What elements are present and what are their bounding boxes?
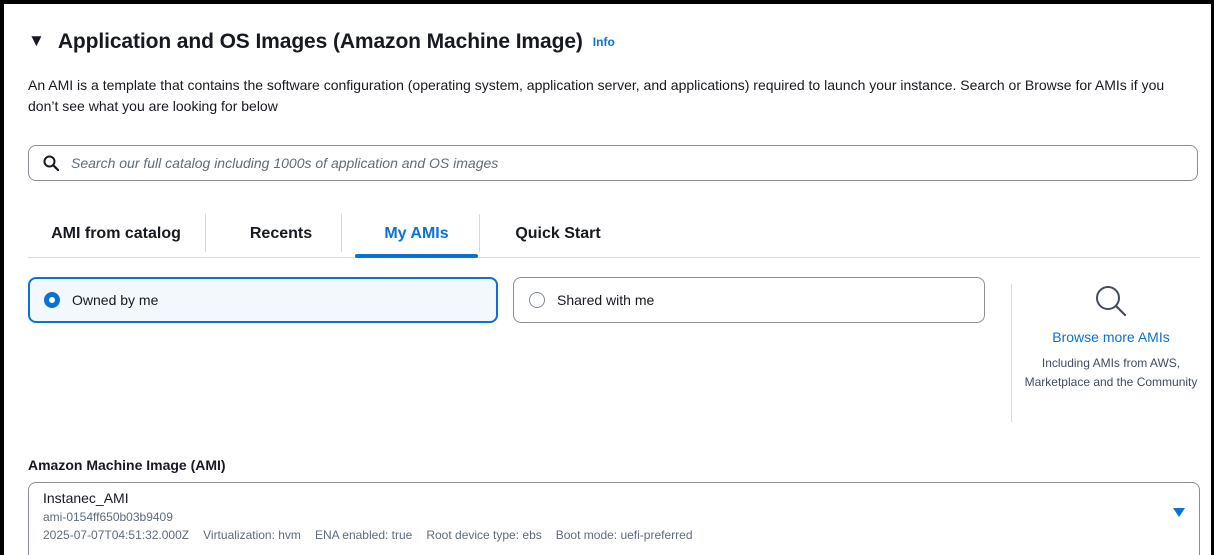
ami-name: Instanec_AMI: [43, 490, 129, 506]
section-description: An AMI is a template that contains the s…: [28, 77, 1165, 114]
ami-created-date: 2025-07-07T04:51:32.000Z: [43, 528, 190, 542]
dropdown-caret-icon[interactable]: [1173, 508, 1185, 517]
tab-separator: [205, 214, 206, 252]
browse-more-amis-panel: Browse more AMIs Including AMIs from AWS…: [1022, 284, 1200, 392]
browse-more-amis-link[interactable]: Browse more AMIs: [1022, 329, 1200, 345]
tab-quick-start[interactable]: Quick Start: [488, 212, 628, 256]
tab-recents[interactable]: Recents: [233, 212, 329, 256]
ami-root-device: Root device type: ebs: [426, 528, 542, 542]
tab-separator: [479, 214, 480, 252]
ami-boot-mode: Boot mode: uefi-preferred: [555, 528, 693, 542]
vertical-divider: [1011, 284, 1012, 422]
expand-caret-icon[interactable]: ▼: [28, 31, 45, 51]
ami-id: ami-0154ff650b03b9409: [43, 510, 173, 524]
ami-metadata: 2025-07-07T04:51:32.000Z Virtualization:…: [43, 526, 1199, 544]
shared-with-me-option[interactable]: Shared with me: [513, 277, 985, 323]
ami-virtualization: Virtualization: hvm: [203, 528, 301, 542]
tab-separator: [341, 214, 342, 252]
section-title: Application and OS Images (Amazon Machin…: [57, 30, 583, 53]
owned-by-me-label: Owned by me: [72, 292, 159, 308]
radio-unselected-icon: [529, 292, 545, 308]
tab-ami-from-catalog[interactable]: AMI from catalog: [28, 212, 204, 256]
ami-tabs: AMI from catalog Recents My AMIs Quick S…: [28, 212, 1200, 258]
ami-select-label: Amazon Machine Image (AMI): [28, 457, 226, 473]
ami-search-box[interactable]: [28, 145, 1198, 181]
shared-with-me-label: Shared with me: [557, 292, 655, 308]
search-input[interactable]: [69, 154, 1173, 172]
ami-select-dropdown[interactable]: Instanec_AMI ami-0154ff650b03b9409 2025-…: [28, 482, 1200, 555]
ami-ena: ENA enabled: true: [314, 528, 413, 542]
owned-by-me-option[interactable]: Owned by me: [28, 277, 498, 323]
radio-selected-icon: [44, 292, 60, 308]
browse-more-amis-subtext: Including AMIs from AWS, Marketplace and…: [1024, 356, 1198, 389]
search-icon: [43, 155, 59, 171]
info-link[interactable]: Info: [593, 35, 615, 49]
large-search-icon[interactable]: [1094, 284, 1128, 318]
section-header: ▼ Application and OS Images (Amazon Mach…: [28, 30, 615, 54]
tab-my-amis[interactable]: My AMIs: [355, 212, 478, 258]
